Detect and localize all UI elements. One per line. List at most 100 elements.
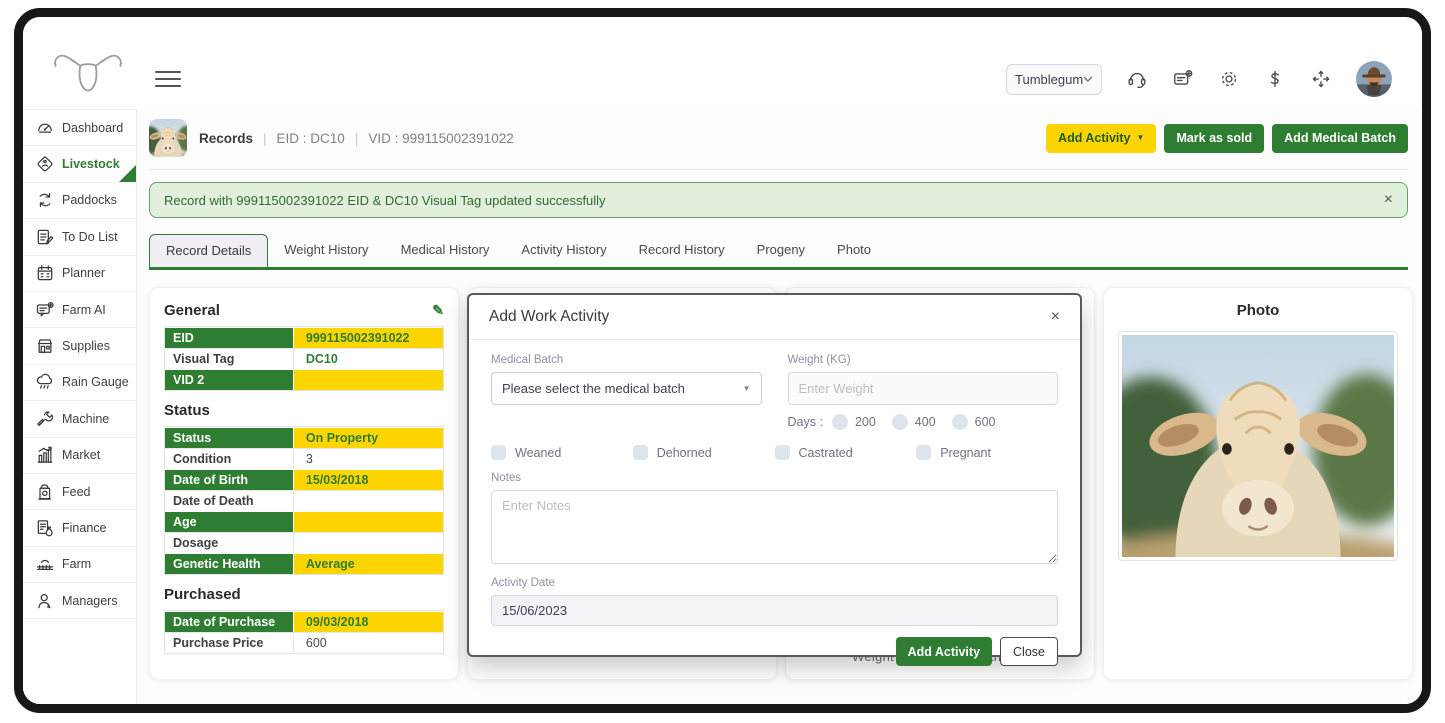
row-label: Purchase Price xyxy=(165,633,293,653)
edit-pencil-icon[interactable]: ✎ xyxy=(432,302,444,319)
activity-checkbox[interactable] xyxy=(775,445,790,460)
section-title-status: Status xyxy=(164,402,444,419)
sidebar-item-label: Finance xyxy=(62,521,106,535)
main-content: Records | EID : DC10 | VID : 99911500239… xyxy=(137,109,1422,704)
activity-checkbox-label: Dehorned xyxy=(657,446,712,460)
sidebar-item-label: Feed xyxy=(62,485,91,499)
sidebar-item[interactable]: Farm AI xyxy=(23,292,136,328)
table-row: Purchase Price 600 xyxy=(165,632,443,653)
subscription-card-icon[interactable] xyxy=(1172,68,1194,90)
tab[interactable]: Medical History xyxy=(385,234,506,267)
sidebar-item[interactable]: Livestock xyxy=(23,146,136,182)
row-value xyxy=(293,370,443,390)
notes-textarea[interactable] xyxy=(491,490,1058,564)
activity-checkbox[interactable] xyxy=(633,445,648,460)
tab[interactable]: Photo xyxy=(821,234,887,267)
breadcrumb-records[interactable]: Records xyxy=(199,131,253,146)
farm-selector-value: Tumblegum xyxy=(1015,72,1083,87)
table-row: Age xyxy=(165,511,443,532)
section-title-general: General ✎ xyxy=(164,302,444,319)
modal-title: Add Work Activity xyxy=(489,308,609,326)
weight-input[interactable] xyxy=(788,372,1059,405)
menu-hamburger-icon[interactable] xyxy=(155,71,181,92)
tab[interactable]: Record Details xyxy=(149,234,268,267)
photo-panel-title: Photo xyxy=(1104,302,1412,319)
row-value: 3 xyxy=(293,449,443,469)
days-radio[interactable] xyxy=(832,414,848,430)
add-medical-batch-button[interactable]: Add Medical Batch xyxy=(1272,124,1408,153)
sidebar-item[interactable]: Farm xyxy=(23,547,136,583)
sidebar-item[interactable]: Dashboard xyxy=(23,110,136,146)
tab[interactable]: Record History xyxy=(623,234,741,267)
table-row: Date of Birth 15/03/2018 xyxy=(165,469,443,490)
tab[interactable]: Progeny xyxy=(741,234,821,267)
modal-close-icon[interactable]: × xyxy=(1051,308,1060,326)
sidebar-item[interactable]: Finance xyxy=(23,510,136,546)
section-title-purchased: Purchased xyxy=(164,586,444,603)
table-row: Status On Property xyxy=(165,427,443,448)
farm-selector-dropdown[interactable]: Tumblegum xyxy=(1006,64,1102,95)
activity-checkbox-label: Castrated xyxy=(799,446,853,460)
table-row: Genetic Health Average xyxy=(165,553,443,574)
move-arrows-icon[interactable] xyxy=(1310,68,1332,90)
activity-date-input[interactable] xyxy=(491,595,1058,626)
record-header: Records | EID : DC10 | VID : 99911500239… xyxy=(149,119,1408,170)
sidebar-item[interactable]: Planner xyxy=(23,256,136,292)
sidebar-item[interactable]: Paddocks xyxy=(23,183,136,219)
sidebar-item[interactable]: Supplies xyxy=(23,328,136,364)
days-radio[interactable] xyxy=(892,414,908,430)
sidebar-item-icon xyxy=(35,336,55,356)
days-option-label: 200 xyxy=(855,415,876,429)
sidebar-item-label: Farm AI xyxy=(62,303,106,317)
row-label: Date of Purchase xyxy=(165,612,293,632)
row-value xyxy=(293,512,443,532)
activity-checkbox[interactable] xyxy=(491,445,506,460)
sidebar-item-label: Supplies xyxy=(62,339,110,353)
sidebar-item-label: Managers xyxy=(62,594,118,608)
alert-close-icon[interactable]: × xyxy=(1384,191,1393,209)
record-thumbnail-photo xyxy=(149,119,187,157)
purchased-table: Date of Purchase 09/03/2018 Purchase Pri… xyxy=(164,610,444,654)
chevron-down-icon xyxy=(1083,76,1093,82)
activity-checkbox[interactable] xyxy=(916,445,931,460)
sidebar-item-label: Market xyxy=(62,448,100,462)
sidebar-item[interactable]: Market xyxy=(23,438,136,474)
sidebar-item[interactable]: Feed xyxy=(23,474,136,510)
sidebar-item-label: Paddocks xyxy=(62,193,117,207)
row-value: 09/03/2018 xyxy=(293,612,443,632)
row-label: Status xyxy=(165,428,293,448)
tab[interactable]: Weight History xyxy=(268,234,384,267)
billing-dollar-icon[interactable] xyxy=(1264,68,1286,90)
sidebar-item[interactable]: Managers xyxy=(23,583,136,619)
modal-close-button[interactable]: Close xyxy=(1000,637,1058,666)
activity-checkbox-label: Pregnant xyxy=(940,446,991,460)
modal-add-activity-button[interactable]: Add Activity xyxy=(896,637,992,666)
sidebar-item-label: Planner xyxy=(62,266,105,280)
sidebar-item-icon xyxy=(35,227,55,247)
sidebar-item[interactable]: Rain Gauge xyxy=(23,365,136,401)
support-headset-icon[interactable] xyxy=(1126,68,1148,90)
sidebar-item[interactable]: To Do List xyxy=(23,219,136,255)
days-option-label: 600 xyxy=(975,415,996,429)
days-radio[interactable] xyxy=(952,414,968,430)
user-avatar[interactable] xyxy=(1356,61,1392,97)
table-row: Date of Purchase 09/03/2018 xyxy=(165,611,443,632)
sidebar-item-icon xyxy=(35,263,55,283)
mark-as-sold-button[interactable]: Mark as sold xyxy=(1164,124,1264,153)
livestock-photo xyxy=(1118,331,1398,561)
sidebar-item-label: Livestock xyxy=(62,157,120,171)
settings-gear-icon[interactable] xyxy=(1218,68,1240,90)
medical-batch-select[interactable]: Please select the medical batch ▼ xyxy=(491,372,762,405)
sidebar-item-icon xyxy=(35,518,55,538)
sidebar-item-icon xyxy=(35,154,55,174)
sidebar-item-label: Rain Gauge xyxy=(62,375,129,389)
row-value: 999115002391022 xyxy=(293,328,443,348)
sidebar-item-icon xyxy=(35,190,55,210)
add-activity-dropdown-button[interactable]: Add Activity ▼ xyxy=(1046,124,1156,153)
tab[interactable]: Activity History xyxy=(505,234,622,267)
sidebar-item-icon xyxy=(35,409,55,429)
longhorn-logo-icon xyxy=(51,49,125,103)
row-label: EID xyxy=(165,328,293,348)
sidebar-item[interactable]: Machine xyxy=(23,401,136,437)
days-label: Days : xyxy=(788,415,823,429)
